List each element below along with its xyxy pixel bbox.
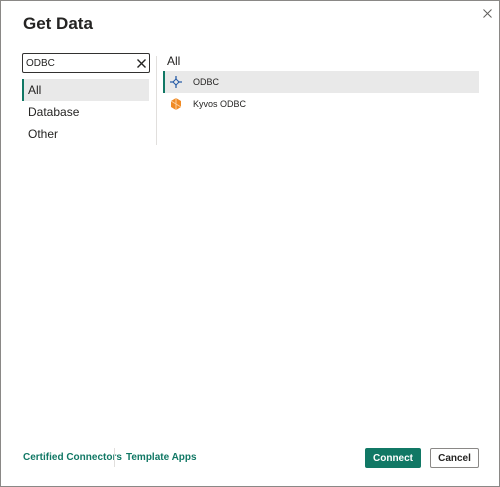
kyvos-icon: [169, 97, 183, 111]
search-box: [22, 53, 150, 73]
connector-item-odbc[interactable]: ODBC: [163, 71, 479, 93]
category-label: Other: [28, 127, 59, 141]
category-label: All: [28, 83, 42, 97]
certified-connectors-link[interactable]: Certified Connectors: [23, 452, 122, 463]
connector-label: Kyvos ODBC: [193, 99, 247, 109]
category-item-all[interactable]: All: [22, 79, 149, 101]
close-button[interactable]: [479, 5, 495, 21]
category-item-other[interactable]: Other: [22, 123, 149, 145]
clear-search-button[interactable]: [135, 56, 147, 70]
cancel-button[interactable]: Cancel: [430, 448, 479, 468]
odbc-icon: [169, 75, 183, 89]
connector-label: ODBC: [193, 77, 220, 87]
search-input[interactable]: [26, 55, 130, 71]
connect-button[interactable]: Connect: [365, 448, 421, 468]
footer-separator: [114, 448, 115, 467]
close-icon: [136, 58, 146, 68]
template-apps-link[interactable]: Template Apps: [126, 452, 197, 463]
connector-list-header: All: [167, 54, 181, 68]
connector-list: ODBC Kyvos ODBC: [163, 71, 479, 115]
close-icon: [482, 8, 492, 18]
get-data-dialog: Get Data All Database Other All: [0, 0, 500, 487]
panel-divider: [156, 56, 157, 145]
category-item-database[interactable]: Database: [22, 101, 149, 123]
category-list: All Database Other: [22, 79, 149, 145]
dialog-title: Get Data: [23, 14, 93, 33]
category-label: Database: [28, 105, 80, 119]
connector-item-kyvos-odbc[interactable]: Kyvos ODBC: [163, 93, 479, 115]
